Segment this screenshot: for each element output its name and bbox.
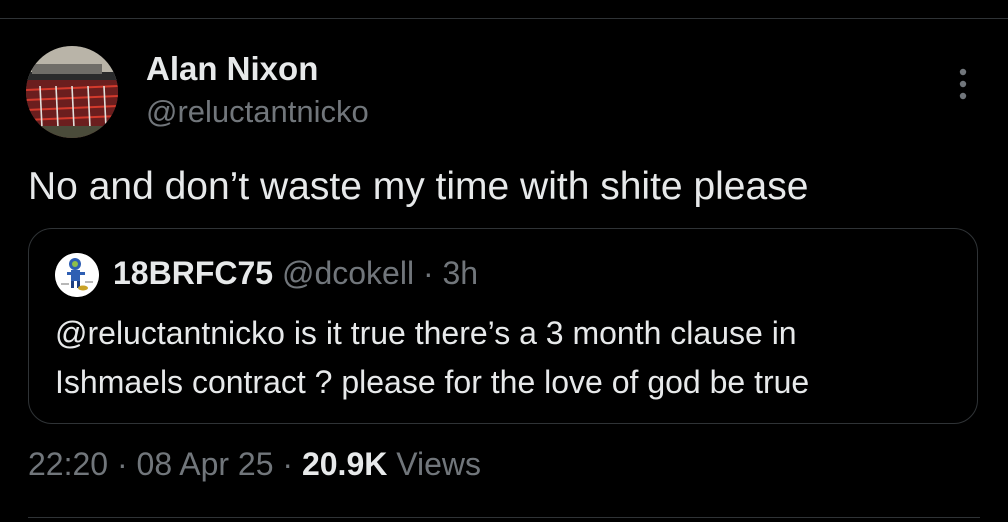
tweet-date[interactable]: 08 Apr 25: [137, 446, 274, 482]
quoted-tweet-time[interactable]: 3h: [442, 255, 478, 291]
mascot-avatar-icon: [55, 253, 99, 297]
author-handle[interactable]: @reluctantnicko: [146, 94, 369, 130]
meta-separator-1: ·: [116, 446, 128, 482]
views-count[interactable]: 20.9K: [302, 446, 387, 482]
quoted-tweet-text: @reluctantnicko is it true there’s a 3 m…: [55, 309, 955, 407]
quoted-author-avatar[interactable]: [55, 253, 99, 297]
more-vertical-icon: [959, 68, 967, 100]
author-avatar[interactable]: [26, 46, 118, 138]
quoted-tweet-text-line-2: Ishmaels contract ? please for the love …: [55, 364, 810, 400]
tweet-time[interactable]: 22:20: [28, 446, 108, 482]
top-divider: [0, 18, 1008, 19]
quoted-tweet-text-line-1: @reluctantnicko is it true there’s a 3 m…: [55, 315, 797, 351]
tweet-meta-row: 22:20 · 08 Apr 25 · 20.9K Views: [28, 446, 481, 483]
more-options-button[interactable]: [945, 64, 981, 104]
quoted-separator: ·: [422, 255, 434, 291]
quoted-tweet-header: 18BRFC75 @dcokell · 3h: [113, 255, 478, 292]
tweet-text: No and don’t waste my time with shite pl…: [28, 165, 809, 208]
quoted-author-name[interactable]: 18BRFC75: [113, 255, 273, 291]
meta-separator-2: ·: [282, 446, 294, 482]
bottom-divider: [28, 517, 980, 518]
author-name[interactable]: Alan Nixon: [146, 50, 318, 88]
quoted-author-handle[interactable]: @dcokell: [282, 255, 414, 291]
views-label[interactable]: Views: [396, 446, 481, 482]
quoted-tweet-card[interactable]: 18BRFC75 @dcokell · 3h @reluctantnicko i…: [28, 228, 978, 424]
stadium-photo-icon: [26, 46, 118, 138]
